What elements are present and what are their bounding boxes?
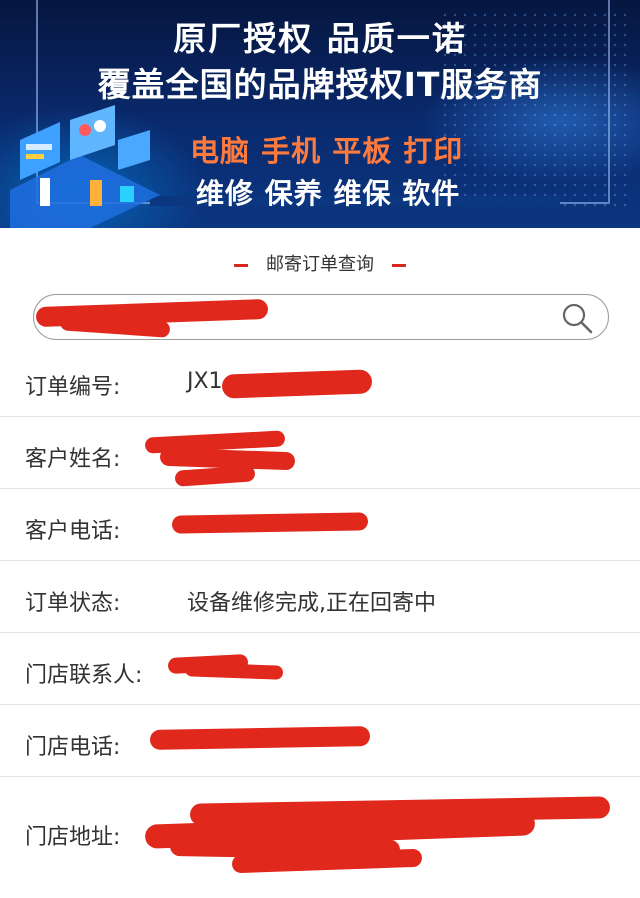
title-dash-right (392, 263, 406, 267)
field-label: 订单状态: (25, 591, 121, 616)
field-label: 客户姓名: (25, 447, 121, 472)
field-label: 门店联系人: (25, 663, 143, 688)
title-dash-left (234, 263, 248, 267)
redaction-mark (171, 512, 369, 534)
section-title: 邮寄订单查询 (0, 250, 640, 276)
field-row-order-status: 订单状态: 设备维修完成,正在回寄中 (0, 561, 640, 633)
field-label: 门店地址: (25, 825, 121, 850)
field-label: 订单编号: (25, 375, 121, 400)
field-label: 门店电话: (25, 735, 121, 760)
isometric-illustration-icon (10, 105, 160, 228)
banner-services: 维修 保养 维保 软件 (196, 177, 461, 210)
promo-banner: 原厂授权 品质一诺 覆盖全国的品牌授权IT服务商 电脑 手机 平板 打印 维修 … (0, 0, 640, 228)
redaction-mark (149, 726, 371, 750)
field-row-customer-name: 客户姓名: (0, 417, 640, 489)
field-row-store-contact: 门店联系人: (0, 633, 640, 705)
order-number-value: JX1 (187, 369, 223, 394)
order-status-value: 设备维修完成,正在回寄中 (187, 591, 436, 616)
search-icon[interactable] (560, 301, 594, 335)
banner-devices: 电脑 手机 平板 打印 (190, 134, 464, 168)
banner-headline: 原厂授权 品质一诺 (173, 19, 467, 58)
banner-subheadline: 覆盖全国的品牌授权IT服务商 (97, 65, 543, 104)
field-label: 客户电话: (25, 519, 121, 544)
